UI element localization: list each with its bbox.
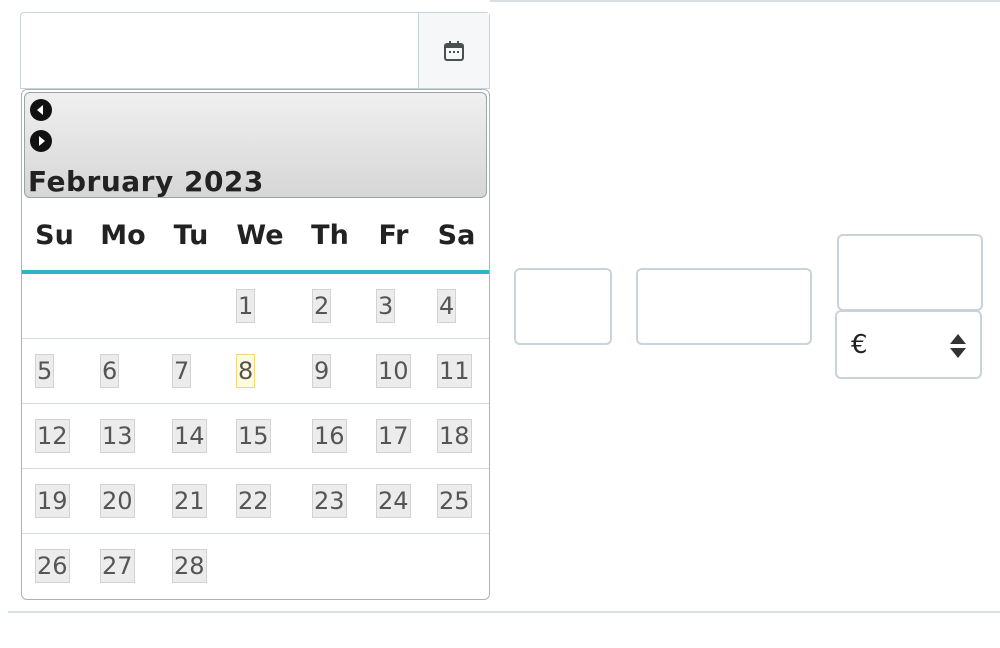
- calendar-day[interactable]: 5: [35, 354, 55, 388]
- calendar-cell[interactable]: 2: [297, 272, 363, 339]
- currency-value: €: [851, 330, 868, 360]
- calendar-cell: [159, 272, 223, 339]
- calendar-cell[interactable]: 12: [22, 403, 87, 469]
- calendar-day[interactable]: 9: [312, 354, 332, 388]
- calendar-cell[interactable]: 26: [22, 534, 87, 599]
- calendar-cell[interactable]: 17: [363, 403, 424, 469]
- month-year-title: February 2023: [28, 165, 264, 198]
- date-input-group: [20, 12, 490, 90]
- weekday-label: We: [223, 200, 297, 274]
- calendar-cell[interactable]: 8: [223, 338, 297, 404]
- calendar-day[interactable]: 4: [437, 289, 457, 323]
- calendar-cell[interactable]: 6: [87, 338, 159, 404]
- calendar-week-row: 12 13 14 15 16 17 18: [22, 403, 489, 469]
- currency-select[interactable]: €: [835, 310, 982, 379]
- calendar-day[interactable]: 26: [35, 549, 70, 583]
- amount-input[interactable]: [837, 234, 983, 311]
- calendar-week-row: 5 6 7 8 9 10 11: [22, 338, 489, 404]
- calendar-day[interactable]: 23: [312, 484, 347, 518]
- calendar-cell[interactable]: 27: [87, 534, 159, 599]
- calendar-cell: [424, 534, 489, 599]
- calendar-cell[interactable]: 23: [297, 468, 363, 534]
- calendar-day[interactable]: 2: [312, 289, 332, 323]
- prev-month-icon[interactable]: [30, 99, 52, 121]
- calendar-day[interactable]: 12: [35, 419, 70, 453]
- datepicker-popup: February 2023 Su Mo Tu We Th Fr Sa 12345…: [21, 89, 490, 600]
- calendar-cell: [22, 272, 87, 339]
- calendar-cell[interactable]: 10: [363, 338, 424, 404]
- calendar-cell[interactable]: 25: [424, 468, 489, 534]
- calendar-day[interactable]: 20: [100, 484, 135, 518]
- calendar-button[interactable]: [418, 13, 489, 88]
- calendar-day[interactable]: 1: [236, 289, 256, 323]
- calendar-cell[interactable]: 13: [87, 403, 159, 469]
- datepicker-header: February 2023: [24, 92, 487, 198]
- calendar-cell[interactable]: 19: [22, 468, 87, 534]
- calendar-day[interactable]: 10: [376, 354, 411, 388]
- calendar-day[interactable]: 17: [376, 419, 411, 453]
- bottom-divider: [8, 611, 1000, 613]
- calendar-day[interactable]: 24: [376, 484, 411, 518]
- calendar-cell[interactable]: 22: [223, 468, 297, 534]
- calendar-day[interactable]: 25: [437, 484, 472, 518]
- weekday-label: Tu: [159, 200, 223, 274]
- calendar-day[interactable]: 13: [100, 419, 135, 453]
- weekday-header-row: Su Mo Tu We Th Fr Sa: [22, 200, 489, 274]
- calendar-cell[interactable]: 28: [159, 534, 223, 599]
- calendar-cell[interactable]: 15: [223, 403, 297, 469]
- calendar-week-row: 19 20 21 22 23 24 25: [22, 468, 489, 534]
- calendar-day-today[interactable]: 8: [236, 354, 256, 388]
- small-input[interactable]: [514, 268, 612, 345]
- calendar-day[interactable]: 22: [236, 484, 271, 518]
- calendar-cell[interactable]: 7: [159, 338, 223, 404]
- calendar-grid: Su Mo Tu We Th Fr Sa 1 2 3 4 5 6 7 8 9 10 11 12 13 14…: [22, 200, 489, 598]
- calendar-day[interactable]: 19: [35, 484, 70, 518]
- calendar-cell[interactable]: 3: [363, 272, 424, 339]
- calendar-day[interactable]: 11: [437, 354, 472, 388]
- medium-input[interactable]: [636, 268, 812, 345]
- weekday-label: Mo: [87, 200, 159, 274]
- calendar-day[interactable]: 28: [172, 549, 207, 583]
- top-divider: [490, 0, 1000, 2]
- calendar-week-row: 26 27 28: [22, 534, 489, 599]
- weekday-label: Fr: [363, 200, 424, 274]
- calendar-day[interactable]: 21: [172, 484, 207, 518]
- calendar-cell[interactable]: 21: [159, 468, 223, 534]
- date-input[interactable]: [21, 13, 423, 90]
- calendar-day[interactable]: 16: [312, 419, 347, 453]
- calendar-day[interactable]: 27: [100, 549, 135, 583]
- weekday-label: Sa: [424, 200, 489, 274]
- calendar-cell[interactable]: 5: [22, 338, 87, 404]
- calendar-day[interactable]: 18: [437, 419, 472, 453]
- calendar-week-row: 1 2 3 4: [22, 272, 489, 339]
- calendar-day[interactable]: 6: [100, 354, 120, 388]
- calendar-day[interactable]: 14: [172, 419, 207, 453]
- calendar-icon: [444, 40, 464, 61]
- calendar-cell[interactable]: 14: [159, 403, 223, 469]
- calendar-day[interactable]: 7: [172, 354, 192, 388]
- calendar-cell: [297, 534, 363, 599]
- calendar-cell[interactable]: 4: [424, 272, 489, 339]
- next-month-icon[interactable]: [30, 130, 52, 152]
- weekday-label: Su: [22, 200, 87, 274]
- calendar-cell[interactable]: 24: [363, 468, 424, 534]
- calendar-cell[interactable]: 16: [297, 403, 363, 469]
- calendar-cell: [223, 534, 297, 599]
- calendar-cell[interactable]: 11: [424, 338, 489, 404]
- calendar-day[interactable]: 3: [376, 289, 396, 323]
- calendar-cell: [363, 534, 424, 599]
- calendar-cell[interactable]: 18: [424, 403, 489, 469]
- sort-arrows-icon: [950, 334, 966, 358]
- calendar-cell[interactable]: 9: [297, 338, 363, 404]
- weekday-label: Th: [297, 200, 363, 274]
- calendar-cell[interactable]: 20: [87, 468, 159, 534]
- calendar-cell[interactable]: 1: [223, 272, 297, 339]
- calendar-cell: [87, 272, 159, 339]
- calendar-day[interactable]: 15: [236, 419, 271, 453]
